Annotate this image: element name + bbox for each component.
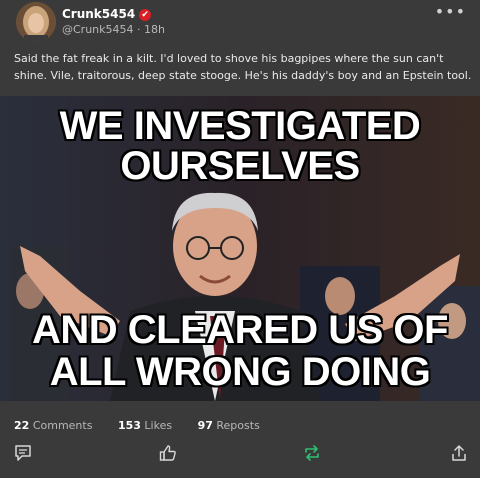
- more-options-icon[interactable]: •••: [435, 2, 466, 21]
- reposts-count: 97: [197, 419, 213, 432]
- separator-dot: ·: [137, 23, 141, 36]
- comments-label: Comments: [32, 419, 93, 432]
- meme-caption-bottom-2: ALL WRONG DOING: [49, 350, 431, 394]
- post-text: Said the fat freak in a kilt. I'd loved …: [14, 52, 472, 82]
- meme-caption-bottom-1: AND CLEARED US OF: [32, 308, 448, 352]
- likes-stat[interactable]: 153 Likes: [118, 419, 172, 432]
- post-image[interactable]: WE INVESTIGATED OURSELVES AND CLEARED US…: [0, 96, 480, 401]
- author-handle[interactable]: @Crunk5454: [62, 23, 134, 36]
- meme-caption-top-2: OURSELVES: [120, 144, 360, 188]
- likes-label: Likes: [144, 419, 173, 432]
- comments-stat[interactable]: 22 Comments: [14, 419, 92, 432]
- meme-caption-top-1: WE INVESTIGATED: [59, 104, 421, 148]
- author-name-text[interactable]: Crunk5454: [62, 7, 135, 21]
- comment-icon[interactable]: [14, 444, 34, 464]
- comments-count: 22: [14, 419, 30, 432]
- like-icon[interactable]: [159, 444, 179, 464]
- likes-count: 153: [117, 419, 141, 432]
- share-icon[interactable]: [450, 444, 470, 464]
- author-handle-row: @Crunk5454 · 18h: [62, 23, 165, 36]
- author-name[interactable]: Crunk5454 ✔: [62, 7, 152, 21]
- post-card: Crunk5454 ✔ @Crunk5454 · 18h ••• Said the…: [0, 0, 480, 478]
- verified-badge-icon: ✔: [139, 9, 152, 21]
- reposts-label: Reposts: [216, 419, 260, 432]
- avatar[interactable]: [16, 2, 56, 42]
- post-stats: 22 Comments 153 Likes 97 Reposts: [14, 419, 282, 432]
- action-bar: [0, 444, 480, 466]
- reposts-stat[interactable]: 97 Reposts: [198, 419, 260, 432]
- repost-icon[interactable]: [303, 444, 323, 464]
- post-header: Crunk5454 ✔ @Crunk5454 · 18h •••: [14, 2, 470, 46]
- post-time: 18h: [144, 23, 165, 36]
